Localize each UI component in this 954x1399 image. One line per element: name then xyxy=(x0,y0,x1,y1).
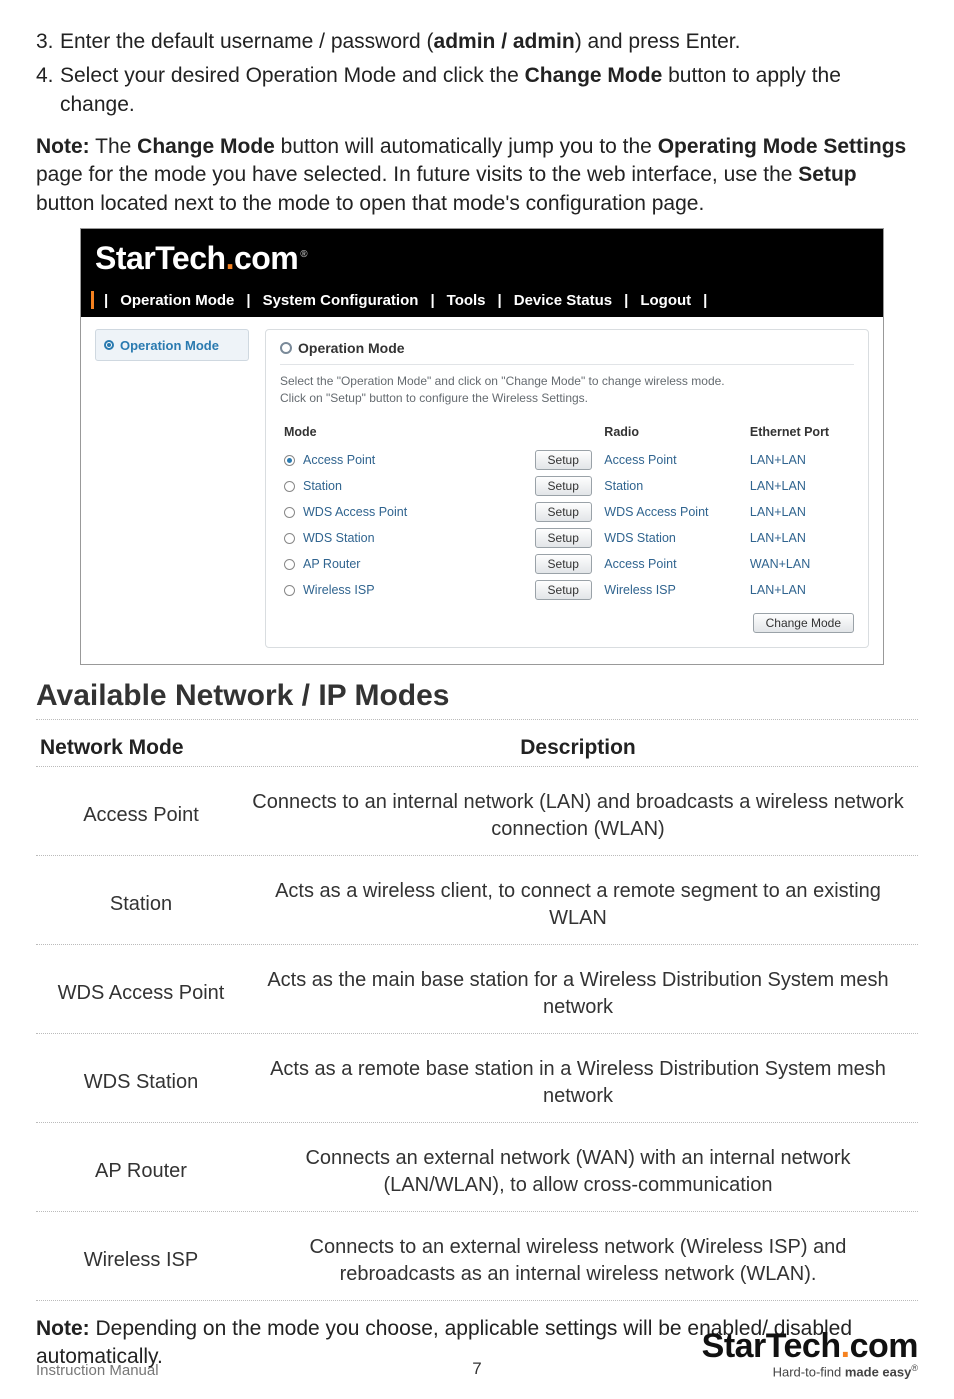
nm-row: AP RouterConnects an external network (W… xyxy=(36,1133,918,1211)
nm-mode: Station xyxy=(40,893,242,916)
step-3: 3. Enter the default username / password… xyxy=(36,28,918,56)
nm-desc: Connects to an internal network (LAN) an… xyxy=(242,789,914,843)
radio-icon[interactable] xyxy=(284,533,295,544)
page-number: 7 xyxy=(472,1359,481,1379)
col-eth: Ethernet Port xyxy=(746,421,854,447)
sidebar-operation-mode[interactable]: Operation Mode xyxy=(95,329,249,361)
steps-list: 3. Enter the default username / password… xyxy=(36,28,918,119)
setup-button[interactable]: Setup xyxy=(535,580,592,600)
nm-desc: Acts as the main base station for a Wire… xyxy=(242,967,914,1021)
col-mode: Mode xyxy=(280,421,531,447)
radio-icon[interactable] xyxy=(284,481,295,492)
ethernet-value: LAN+LAN xyxy=(746,499,854,525)
radio-icon[interactable] xyxy=(284,585,295,596)
mode-row: StationSetupStationLAN+LAN xyxy=(280,473,854,499)
page-footer: Instruction Manual StarTech.com Hard-to-… xyxy=(36,1329,918,1379)
setup-button[interactable]: Setup xyxy=(535,450,592,470)
brand-banner: StarTech.com® xyxy=(81,229,883,287)
radio-icon[interactable] xyxy=(284,455,295,466)
network-modes-table: Network Mode Description Access PointCon… xyxy=(36,730,918,1301)
radio-on-icon xyxy=(104,340,114,350)
ethernet-value: LAN+LAN xyxy=(746,473,854,499)
router-ui-screenshot: StarTech.com® | Operation Mode| System C… xyxy=(80,228,884,665)
operation-mode-panel: Operation Mode Select the "Operation Mod… xyxy=(265,329,869,648)
mode-row: Wireless ISPSetupWireless ISPLAN+LAN xyxy=(280,577,854,603)
nav-system-config[interactable]: System Configuration xyxy=(257,292,425,309)
radio-value: WDS Station xyxy=(600,525,746,551)
setup-button[interactable]: Setup xyxy=(535,528,592,548)
col-radio: Radio xyxy=(600,421,746,447)
radio-icon[interactable] xyxy=(284,559,295,570)
footer-label: Instruction Manual xyxy=(36,1362,159,1379)
radio-value: Wireless ISP xyxy=(600,577,746,603)
radio-value: Access Point xyxy=(600,551,746,577)
setup-button[interactable]: Setup xyxy=(535,554,592,574)
footer-tagline: Hard-to-find made easy® xyxy=(702,1363,918,1379)
nm-header-desc: Description xyxy=(238,730,918,766)
top-nav: | Operation Mode| System Configuration| … xyxy=(81,287,883,317)
panel-title: Operation Mode xyxy=(298,340,405,356)
radio-value: Access Point xyxy=(600,447,746,473)
note-change-mode: Note: The Change Mode button will automa… xyxy=(36,133,918,218)
nav-operation-mode[interactable]: Operation Mode xyxy=(114,292,240,309)
change-mode-button[interactable]: Change Mode xyxy=(753,613,854,633)
nm-row: Access PointConnects to an internal netw… xyxy=(36,777,918,855)
nm-row: WDS StationActs as a remote base station… xyxy=(36,1044,918,1122)
mode-row: Access PointSetupAccess PointLAN+LAN xyxy=(280,447,854,473)
radio-value: Station xyxy=(600,473,746,499)
nm-desc: Acts as a remote base station in a Wirel… xyxy=(242,1056,914,1110)
panel-hint: Select the "Operation Mode" and click on… xyxy=(280,373,854,407)
nm-mode: Wireless ISP xyxy=(40,1249,242,1272)
mode-name: Station xyxy=(303,479,342,493)
radio-value: WDS Access Point xyxy=(600,499,746,525)
footer-brand: StarTech.com xyxy=(702,1329,918,1363)
ethernet-value: LAN+LAN xyxy=(746,577,854,603)
nm-mode: Access Point xyxy=(40,804,242,827)
ring-icon xyxy=(280,342,292,354)
nm-mode: WDS Access Point xyxy=(40,982,242,1005)
ethernet-value: WAN+LAN xyxy=(746,551,854,577)
nm-desc: Connects to an external wireless network… xyxy=(242,1234,914,1288)
mode-row: WDS Access PointSetupWDS Access PointLAN… xyxy=(280,499,854,525)
mode-name: AP Router xyxy=(303,557,360,571)
mode-name: WDS Station xyxy=(303,531,375,545)
nav-tools[interactable]: Tools xyxy=(441,292,492,309)
step-text: Enter the default username / password (a… xyxy=(60,28,918,56)
section-heading: Available Network / IP Modes xyxy=(36,679,918,713)
mode-name: Access Point xyxy=(303,453,375,467)
step-number: 4. xyxy=(36,62,60,119)
nm-mode: AP Router xyxy=(40,1160,242,1183)
step-4: 4. Select your desired Operation Mode an… xyxy=(36,62,918,119)
mode-table: Mode Radio Ethernet Port Access Point Set… xyxy=(280,421,854,603)
nm-mode: WDS Station xyxy=(40,1071,242,1094)
mode-name: WDS Access Point xyxy=(303,505,407,519)
mode-row: AP Router Setup Access PointWAN+LAN xyxy=(280,551,854,577)
step-text: Select your desired Operation Mode and c… xyxy=(60,62,918,119)
nav-accent xyxy=(91,291,94,309)
nm-header-mode: Network Mode xyxy=(36,730,238,766)
nm-row: StationActs as a wireless client, to con… xyxy=(36,866,918,944)
setup-button[interactable]: Setup xyxy=(535,502,592,522)
ethernet-value: LAN+LAN xyxy=(746,525,854,551)
nm-desc: Acts as a wireless client, to connect a … xyxy=(242,878,914,932)
mode-row: WDS StationSetupWDS StationLAN+LAN xyxy=(280,525,854,551)
nm-row: WDS Access PointActs as the main base st… xyxy=(36,955,918,1033)
nav-device-status[interactable]: Device Status xyxy=(508,292,618,309)
ethernet-value: LAN+LAN xyxy=(746,447,854,473)
nav-logout[interactable]: Logout xyxy=(634,292,697,309)
sidebar-label: Operation Mode xyxy=(120,338,219,353)
step-number: 3. xyxy=(36,28,60,56)
nm-desc: Connects an external network (WAN) with … xyxy=(242,1145,914,1199)
brand-logo: StarTech.com® xyxy=(95,240,307,277)
nm-row: Wireless ISPConnects to an external wire… xyxy=(36,1222,918,1300)
mode-name: Wireless ISP xyxy=(303,583,375,597)
radio-icon[interactable] xyxy=(284,507,295,518)
setup-button[interactable]: Setup xyxy=(535,476,592,496)
